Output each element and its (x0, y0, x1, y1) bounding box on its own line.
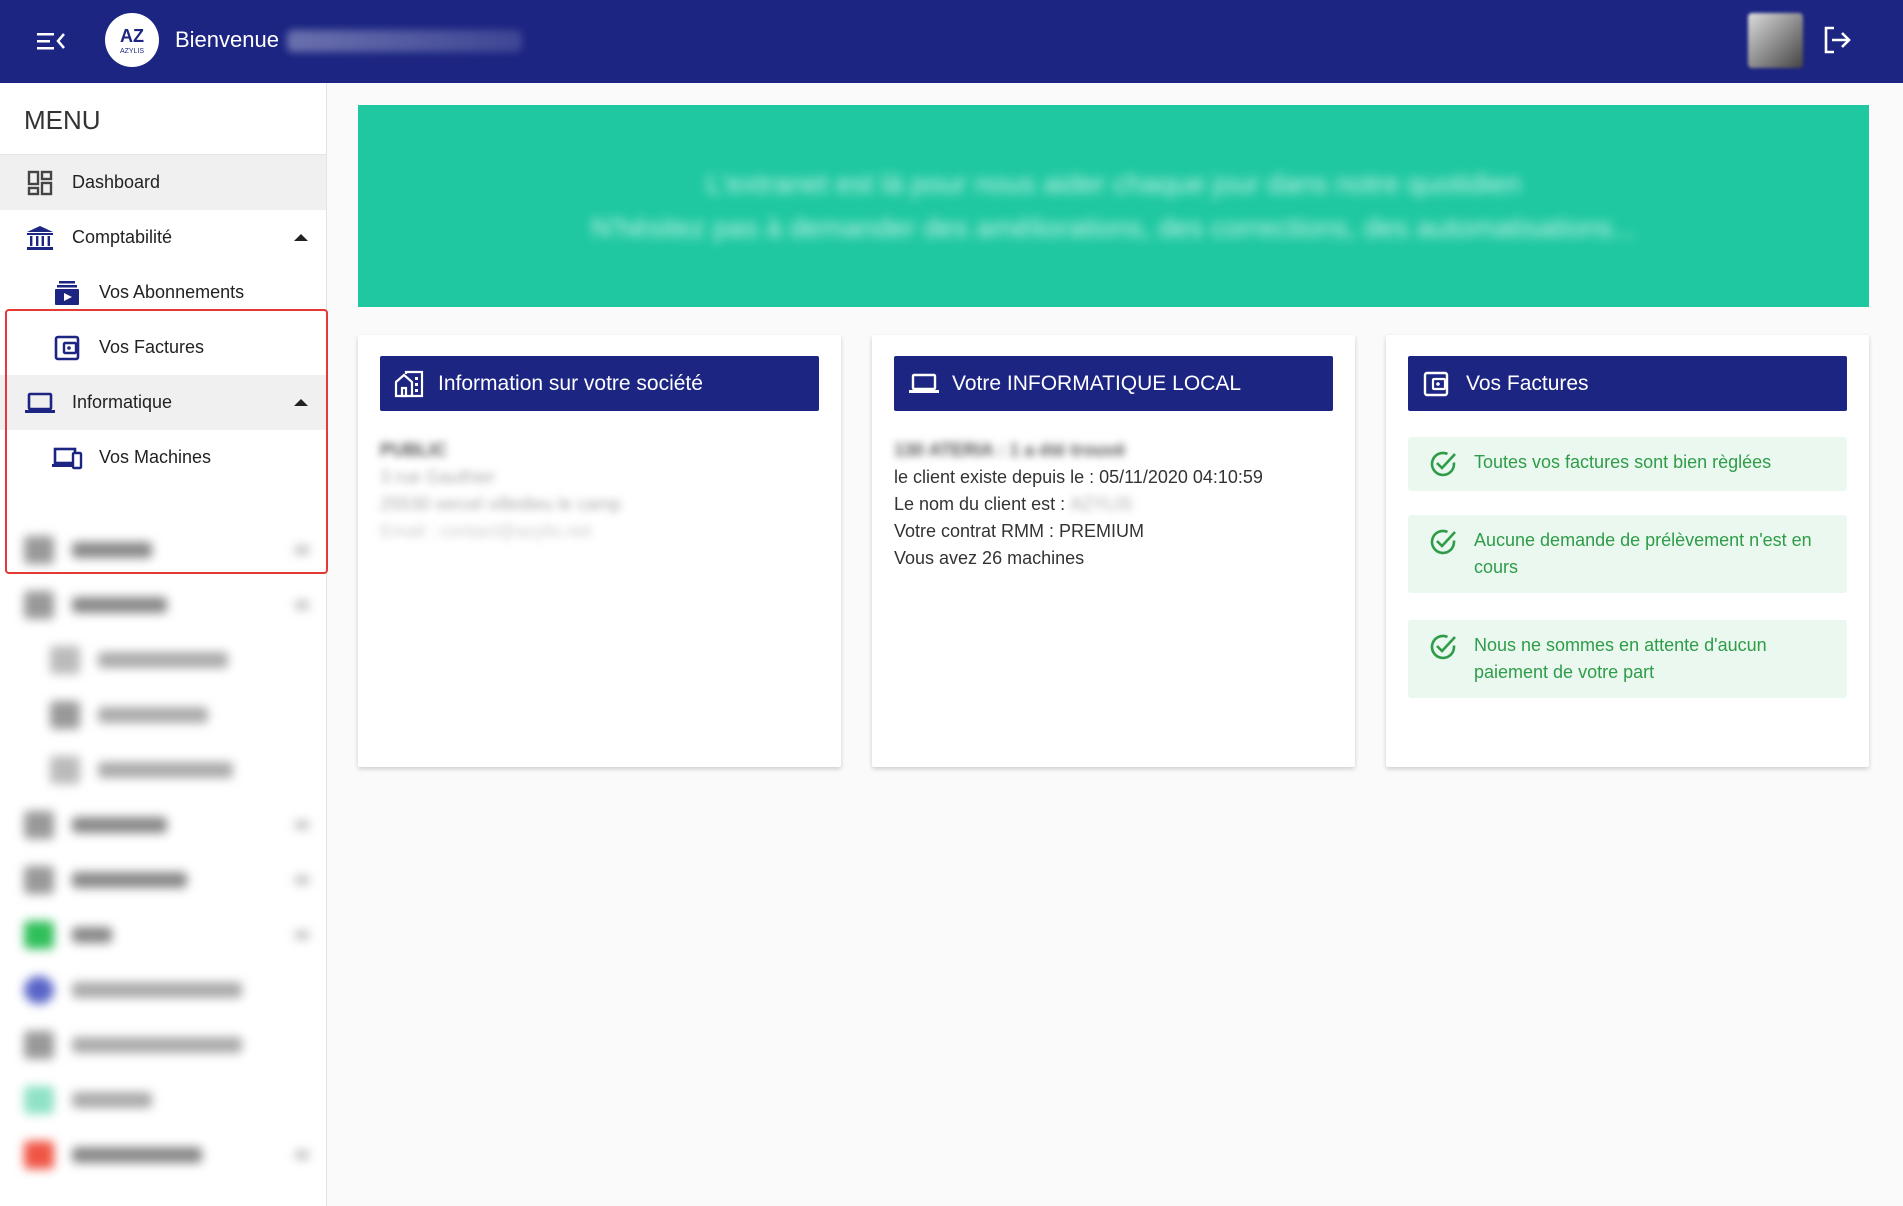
logo-text-bottom: AZYLIS (120, 48, 144, 55)
sidebar-item-factures[interactable]: Vos Factures (0, 320, 326, 375)
invoice-status-direct-debit: Aucune demande de prélèvement n'est en c… (1408, 515, 1847, 593)
status-text: Nous ne sommes en attente d'aucun paieme… (1474, 635, 1767, 682)
invoices-card-header: Vos Factures (1408, 356, 1847, 411)
caret-up-icon[interactable] (294, 234, 308, 241)
wallet-icon (1422, 369, 1454, 399)
sidebar-item-blurred[interactable] (0, 577, 327, 632)
sidebar-item-blurred[interactable] (0, 907, 327, 962)
it-card-header: Votre INFORMATIQUE LOCAL (894, 356, 1333, 411)
invoices-card-title: Vos Factures (1466, 371, 1589, 395)
subscriptions-icon (51, 277, 83, 309)
status-text: Aucune demande de prélèvement n'est en c… (1474, 530, 1812, 577)
company-city: 25530 vercel villedieu le camp (380, 494, 622, 514)
laptop-icon (908, 369, 940, 399)
caret-up-icon[interactable] (294, 399, 308, 406)
it-info-card: Votre INFORMATIQUE LOCAL 130 ATERIA : 1 … (872, 335, 1355, 767)
dashboard-icon (24, 167, 56, 199)
sidebar-item-blurred[interactable] (0, 522, 327, 577)
devices-icon (51, 442, 83, 474)
company-card-title: Information sur votre société (438, 371, 703, 395)
sidebar: MENU Dashboard Comptabilité Vos Abonneme… (0, 83, 328, 1206)
sidebar-item-label: Dashboard (72, 172, 161, 192)
invoice-status-paid: Toutes vos factures sont bien règlées (1408, 437, 1847, 491)
building-icon (394, 369, 426, 399)
sidebar-item-blurred[interactable] (0, 962, 327, 1017)
check-circle-icon (1428, 527, 1458, 557)
sidebar-item-comptabilite[interactable]: Comptabilité (0, 210, 326, 265)
sidebar-item-informatique[interactable]: Informatique (0, 375, 326, 430)
logo-text-top: AZ (120, 26, 144, 46)
invoices-card: Vos Factures Toutes vos factures sont bi… (1386, 335, 1869, 767)
laptop-icon (24, 387, 56, 419)
sidebar-item-blurred[interactable] (0, 632, 327, 687)
sidebar-item-blurred[interactable] (0, 1017, 327, 1072)
welcome-label: Bienvenue (175, 27, 279, 52)
banner-line-2: N'hésitez pas à demander des amélioratio… (591, 212, 1636, 243)
azylis-logo[interactable]: AZ AZYLIS (105, 13, 159, 67)
machine-count: Vous avez 26 machines (894, 548, 1085, 568)
sidebar-item-label: Comptabilité (72, 227, 173, 247)
menu-collapse-icon[interactable] (34, 27, 68, 55)
check-circle-icon (1428, 632, 1458, 662)
avatar[interactable] (1748, 13, 1803, 68)
sidebar-title: MENU (0, 83, 326, 155)
top-app-bar: AZ AZYLIS Bienvenue (0, 0, 1903, 83)
client-name-label: Le nom du client est : (894, 494, 1066, 514)
company-name: PUBLIC (380, 440, 447, 460)
status-text: Toutes vos factures sont bien règlées (1474, 452, 1772, 472)
company-address: 3 rue Gauthier (380, 467, 496, 487)
client-name-value: AZYLIS (1070, 494, 1133, 514)
sidebar-item-label: Informatique (72, 392, 173, 412)
sidebar-item-abonnements[interactable]: Vos Abonnements (0, 265, 326, 320)
company-email: Email : contact@azylis.net (380, 521, 592, 541)
client-name-line: Le nom du client est : AZYLIS (894, 491, 1333, 518)
sidebar-item-label: Vos Factures (99, 337, 205, 357)
sidebar-item-dashboard[interactable]: Dashboard (0, 155, 326, 210)
wallet-icon (51, 332, 83, 364)
sidebar-item-machines[interactable]: Vos Machines (0, 430, 326, 485)
check-circle-icon (1428, 449, 1458, 479)
rmm-contract: Votre contrat RMM : PREMIUM (894, 521, 1145, 541)
logout-icon[interactable] (1821, 24, 1853, 56)
sidebar-item-blurred[interactable] (0, 852, 327, 907)
welcome-banner: L'extranet est là pour nous aider chaque… (358, 105, 1869, 307)
company-info-card: Information sur votre société PUBLIC 3 r… (358, 335, 841, 767)
it-card-body: 130 ATERIA : 1 a été trouvé le client ex… (894, 437, 1333, 572)
banner-line-1: L'extranet est là pour nous aider chaque… (706, 168, 1521, 199)
sidebar-item-blurred[interactable] (0, 687, 327, 742)
ateria-line: 130 ATERIA : 1 a été trouvé (894, 440, 1126, 460)
user-name-blurred (286, 30, 522, 53)
sidebar-item-blurred[interactable] (0, 1127, 327, 1182)
company-card-body: PUBLIC 3 rue Gauthier 25530 vercel ville… (380, 437, 819, 545)
it-card-title: Votre INFORMATIQUE LOCAL (952, 371, 1242, 395)
bank-icon (24, 222, 56, 254)
company-card-header: Information sur votre société (380, 356, 819, 411)
invoice-status-pending-payment: Nous ne sommes en attente d'aucun paieme… (1408, 620, 1847, 698)
sidebar-item-label: Vos Machines (99, 447, 212, 467)
sidebar-item-label: Vos Abonnements (99, 282, 245, 302)
welcome-text: Bienvenue (175, 27, 522, 53)
client-since: le client existe depuis le : 05/11/2020 … (894, 467, 1263, 487)
sidebar-item-blurred[interactable] (0, 1072, 327, 1127)
sidebar-item-blurred[interactable] (0, 797, 327, 852)
sidebar-item-blurred[interactable] (0, 742, 327, 797)
